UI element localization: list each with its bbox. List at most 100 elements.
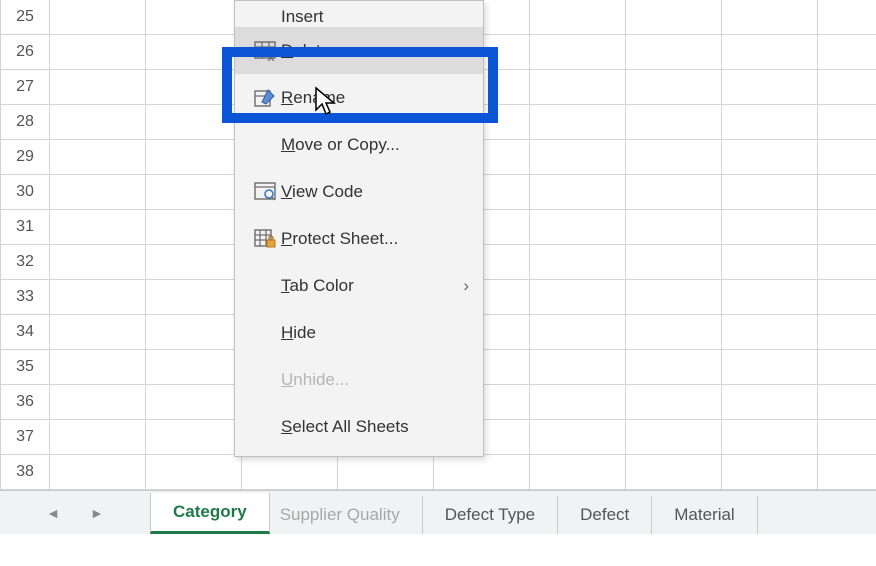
cell[interactable] [50, 455, 146, 490]
cell[interactable] [530, 35, 626, 70]
cell[interactable] [818, 70, 876, 105]
cell[interactable] [146, 350, 242, 385]
cell[interactable] [626, 105, 722, 140]
cell[interactable] [626, 70, 722, 105]
cell[interactable] [530, 420, 626, 455]
cell[interactable] [146, 420, 242, 455]
cell[interactable] [146, 70, 242, 105]
row-header[interactable]: 34 [0, 315, 50, 350]
cell[interactable] [530, 315, 626, 350]
cell[interactable] [626, 350, 722, 385]
cell[interactable] [530, 385, 626, 420]
row-header[interactable]: 33 [0, 280, 50, 315]
cell[interactable] [530, 245, 626, 280]
cell[interactable] [50, 350, 146, 385]
row-header[interactable]: 38 [0, 455, 50, 490]
cell[interactable] [722, 350, 818, 385]
cell[interactable] [50, 280, 146, 315]
cell[interactable] [530, 210, 626, 245]
cell[interactable] [146, 455, 242, 490]
cell[interactable] [530, 140, 626, 175]
cell[interactable] [722, 70, 818, 105]
cell[interactable] [434, 455, 530, 490]
cell[interactable] [50, 385, 146, 420]
cell[interactable] [530, 350, 626, 385]
row-header[interactable]: 25 [0, 0, 50, 35]
cell[interactable] [626, 385, 722, 420]
sheet-nav-next[interactable]: ► [90, 505, 104, 521]
cell[interactable] [50, 315, 146, 350]
menu-item-move-or-copy[interactable]: Move or Copy... [235, 121, 483, 168]
cell[interactable] [338, 455, 434, 490]
cell[interactable] [50, 210, 146, 245]
cell[interactable] [722, 35, 818, 70]
cell[interactable] [626, 420, 722, 455]
menu-item-select-all-sheets[interactable]: Select All Sheets [235, 403, 483, 450]
cell[interactable] [818, 35, 876, 70]
cell[interactable] [626, 210, 722, 245]
cell[interactable] [146, 210, 242, 245]
menu-item-rename[interactable]: Rename [235, 74, 483, 121]
row-header[interactable]: 29 [0, 140, 50, 175]
sheet-tab-defect-type[interactable]: Defect Type [423, 496, 558, 534]
row-header[interactable]: 37 [0, 420, 50, 455]
cell[interactable] [50, 0, 146, 35]
cell[interactable] [146, 315, 242, 350]
cell[interactable] [818, 210, 876, 245]
row-header[interactable]: 31 [0, 210, 50, 245]
cell[interactable] [722, 210, 818, 245]
cell[interactable] [626, 245, 722, 280]
cell[interactable] [530, 70, 626, 105]
cell[interactable] [818, 245, 876, 280]
cell[interactable] [818, 280, 876, 315]
cell[interactable] [626, 140, 722, 175]
cell[interactable] [146, 385, 242, 420]
cell[interactable] [818, 385, 876, 420]
sheet-tab-supplier-quality[interactable]: Supplier Quality [270, 496, 423, 534]
cell[interactable] [818, 455, 876, 490]
cell[interactable] [722, 175, 818, 210]
menu-item-tab-color[interactable]: Tab Color › [235, 262, 483, 309]
cell[interactable] [146, 0, 242, 35]
sheet-tab-material[interactable]: Material [652, 496, 757, 534]
cell[interactable] [626, 175, 722, 210]
cell[interactable] [50, 140, 146, 175]
row-header[interactable]: 36 [0, 385, 50, 420]
cell[interactable] [722, 105, 818, 140]
menu-item-delete[interactable]: Delete [235, 27, 483, 74]
cell[interactable] [626, 0, 722, 35]
cell[interactable] [50, 420, 146, 455]
row-header[interactable]: 32 [0, 245, 50, 280]
cell[interactable] [818, 315, 876, 350]
cell[interactable] [50, 175, 146, 210]
cell[interactable] [146, 35, 242, 70]
cell[interactable] [722, 0, 818, 35]
cell[interactable] [50, 245, 146, 280]
cell[interactable] [146, 140, 242, 175]
cell[interactable] [722, 455, 818, 490]
row-header[interactable]: 26 [0, 35, 50, 70]
row-header[interactable]: 35 [0, 350, 50, 385]
cell[interactable] [722, 315, 818, 350]
cell[interactable] [530, 280, 626, 315]
cell[interactable] [722, 245, 818, 280]
cell[interactable] [626, 280, 722, 315]
row-header[interactable]: 27 [0, 70, 50, 105]
cell[interactable] [50, 70, 146, 105]
cell[interactable] [818, 0, 876, 35]
menu-item-insert[interactable]: Insert [235, 5, 483, 27]
cell[interactable] [530, 175, 626, 210]
sheet-tab-defect[interactable]: Defect [558, 496, 652, 534]
cell[interactable] [722, 385, 818, 420]
cell[interactable] [530, 455, 626, 490]
row-header[interactable]: 30 [0, 175, 50, 210]
row-header[interactable]: 28 [0, 105, 50, 140]
sheet-nav-prev[interactable]: ◄ [46, 505, 60, 521]
cell[interactable] [530, 0, 626, 35]
menu-item-hide[interactable]: Hide [235, 309, 483, 356]
cell[interactable] [146, 245, 242, 280]
cell[interactable] [242, 455, 338, 490]
cell[interactable] [818, 140, 876, 175]
cell[interactable] [146, 175, 242, 210]
sheet-tab-category[interactable]: Category [150, 493, 270, 534]
